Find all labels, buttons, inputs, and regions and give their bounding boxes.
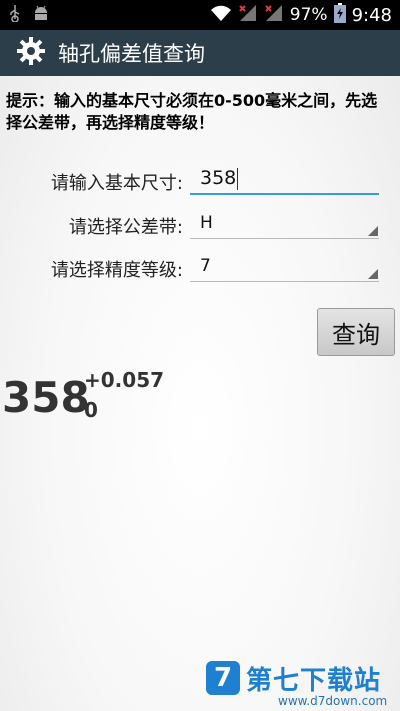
dropdown-arrow-icon xyxy=(368,269,378,279)
tolerance-label: 请选择公差带: xyxy=(68,217,183,238)
status-bar: 97% 9:48 xyxy=(0,0,400,30)
basic-size-value: 358 xyxy=(200,167,237,189)
grade-value: 7 xyxy=(200,256,211,276)
clock: 9:48 xyxy=(351,4,392,26)
usb-icon xyxy=(8,4,22,26)
result-lower-deviation: 0 xyxy=(84,398,98,422)
tolerance-row: 请选择公差带: H xyxy=(0,207,400,243)
watermark-domain: www.d7down.com xyxy=(278,694,388,708)
grade-spinner[interactable]: 7 xyxy=(190,250,379,282)
battery-icon xyxy=(333,3,346,27)
basic-size-input[interactable]: 358 xyxy=(190,163,379,195)
query-button[interactable]: 查询 xyxy=(317,308,395,356)
dropdown-arrow-icon xyxy=(368,226,378,236)
watermark-logo-icon: 7 xyxy=(206,661,240,695)
tolerance-spinner[interactable]: H xyxy=(190,207,379,239)
wifi-icon xyxy=(210,4,232,26)
android-icon xyxy=(32,5,50,25)
watermark-brand: 第七下载站 xyxy=(246,666,382,696)
signal-icon xyxy=(238,4,258,26)
result-upper-deviation: +0.057 xyxy=(84,368,165,392)
action-bar: 轴孔偏差值查询 xyxy=(0,30,400,76)
result-base-size: 358 xyxy=(2,373,90,422)
basic-size-label: 请输入基本尺寸: xyxy=(50,173,183,194)
app-title: 轴孔偏差值查询 xyxy=(58,42,205,66)
signal-icon-2 xyxy=(264,4,284,26)
text-caret xyxy=(237,168,238,190)
tolerance-value: H xyxy=(200,213,213,233)
basic-size-row: 请输入基本尺寸: 358 xyxy=(0,163,400,199)
gear-icon xyxy=(16,36,46,70)
grade-label: 请选择精度等级: xyxy=(50,260,183,281)
result-display: 358 +0.057 0 xyxy=(2,368,222,428)
grade-row: 请选择精度等级: 7 xyxy=(0,250,400,286)
battery-percent: 97% xyxy=(289,5,328,25)
hint-text: 提示：输入的基本尺寸必须在0-500毫米之间，先选择公差带，再选择精度等级！ xyxy=(6,91,378,132)
watermark: 7 第七下载站 www.d7down.com xyxy=(200,656,400,711)
